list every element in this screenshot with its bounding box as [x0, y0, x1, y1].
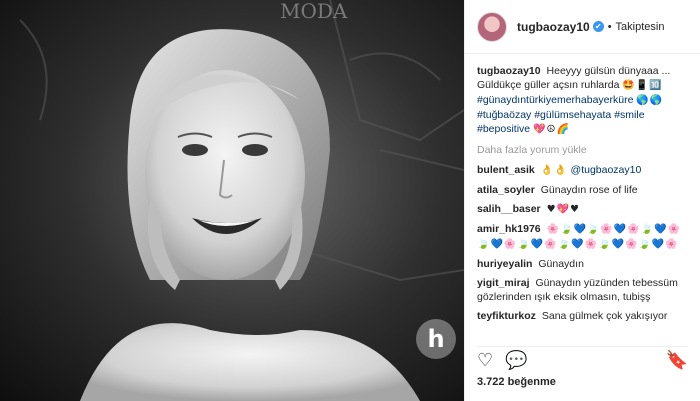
comment-emoji: ♥💖♥: [546, 204, 580, 215]
header-username[interactable]: tugbaozay10: [517, 20, 590, 34]
comment-icon[interactable]: 💬: [505, 350, 527, 371]
comment-mention[interactable]: @tugbaozay10: [571, 164, 642, 176]
comment-username[interactable]: salih__baser: [477, 203, 541, 215]
comment-text: Günaydın: [538, 258, 584, 270]
comment-username[interactable]: amir_hk1976: [477, 223, 541, 235]
hashtag-gunaydin[interactable]: #günaydıntürkiyemerhabayerküre: [477, 94, 633, 106]
comment-item: amir_hk1976 🌸🍃💙🍃🌸💙🌸🍃💙🌸🍃💙🌸🍃💙🌸🍃💙🌸🍃💙🌸🍃💙🌸: [477, 222, 688, 252]
comment-item: atila_soyler Günaydın rose of life: [477, 183, 688, 197]
caption-line1: Heeyyy gülsün dünyaaa ...: [546, 65, 671, 77]
comment-text: Sana gülmek çok yakışıyor: [541, 310, 668, 322]
comment-item: bulent_asik 👌👌 @tugbaozay10: [477, 163, 688, 178]
comment-item: huriyeyalin Günaydın: [477, 257, 688, 271]
post-view: MODA h tugbaozay10 ✔ • Takiptesin tugbao…: [0, 0, 700, 401]
bookmark-icon[interactable]: 🔖: [666, 350, 688, 371]
hashtag-smile[interactable]: #smile: [614, 109, 644, 121]
caption: tugbaozay10 Heeyyy gülsün dünyaaa ... Gü…: [477, 64, 688, 137]
comment-item: salih__baser ♥💖♥: [477, 202, 688, 217]
caption-emoji-3: 💖☮🌈: [533, 124, 570, 135]
action-bar: ♡ 💬 🔖: [477, 346, 688, 371]
comment-username[interactable]: yigit_miraj: [477, 277, 530, 289]
photo-illustration: MODA: [0, 0, 464, 401]
caption-emoji-1: 🤩📱🔟: [622, 80, 663, 91]
heart-icon[interactable]: ♡: [477, 350, 493, 371]
post-sidebar: tugbaozay10 ✔ • Takiptesin tugbaozay10 H…: [464, 0, 700, 401]
comment-username[interactable]: huriyeyalin: [477, 258, 532, 270]
hashtag-bepositive[interactable]: #bepositive: [477, 123, 530, 135]
load-more-comments-link[interactable]: Daha fazla yorum yükle: [477, 143, 688, 157]
follow-status-button[interactable]: Takiptesin: [616, 21, 665, 33]
comments-list: tugbaozay10 Heeyyy gülsün dünyaaa ... Gü…: [465, 54, 700, 341]
background-sign-text: MODA: [280, 0, 348, 23]
caption-emoji-2: 🌎🌎: [636, 95, 664, 106]
likes-count[interactable]: 3.722 beğenme: [477, 376, 556, 388]
avatar[interactable]: [477, 11, 507, 42]
comment-username[interactable]: atila_soyler: [477, 184, 535, 196]
post-header: tugbaozay10 ✔ • Takiptesin: [465, 0, 700, 54]
comment-item: teyfikturkoz Sana gülmek çok yakışıyor: [477, 309, 688, 323]
comment-item: yigit_miraj Günaydın yüzünden tebessüm g…: [477, 276, 688, 304]
hashtag-tugbaozay[interactable]: #tuğbaözay: [477, 109, 531, 121]
comment-text: Günaydın rose of life: [540, 184, 638, 196]
header-separator: •: [607, 20, 612, 33]
caption-username[interactable]: tugbaozay10: [477, 65, 541, 77]
comment-username[interactable]: bulent_asik: [477, 164, 535, 176]
watermark-logo: h: [416, 319, 456, 359]
verified-badge-icon: ✔: [592, 21, 604, 32]
post-photo[interactable]: MODA h: [0, 0, 464, 401]
comment-emoji: 👌👌: [540, 165, 568, 176]
caption-line2: Güldükçe güller açsın ruhlarda: [477, 79, 620, 91]
hashtag-gulumsehayata[interactable]: #gülümsehayata: [534, 109, 611, 121]
comment-username[interactable]: teyfikturkoz: [477, 310, 536, 322]
